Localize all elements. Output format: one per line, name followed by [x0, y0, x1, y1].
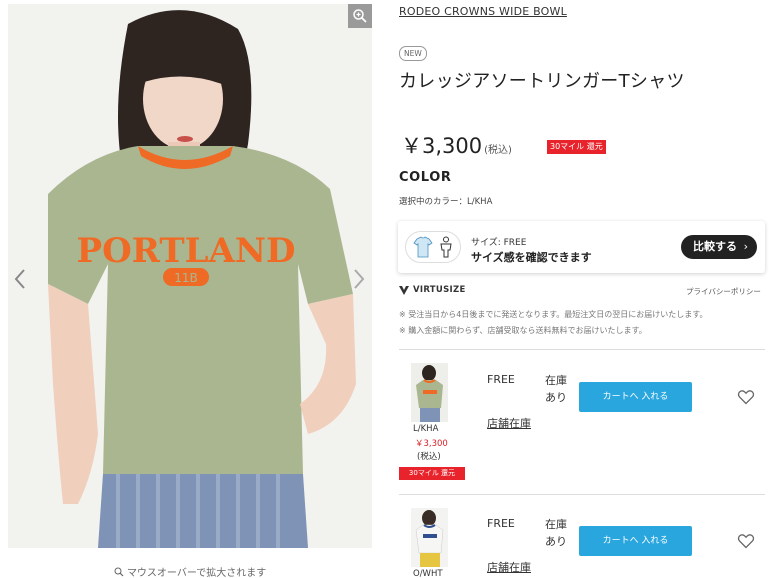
sku-stock-status: 在庫 あり — [545, 516, 575, 550]
next-image-button[interactable] — [351, 266, 367, 292]
virtusize-widget[interactable]: サイズ: FREE サイズ感を確認できます 比較する › — [398, 221, 765, 273]
miles-badge: 30マイル 還元 — [547, 140, 606, 154]
currency-symbol: ￥ — [401, 134, 422, 158]
prev-image-button[interactable] — [12, 266, 28, 292]
product-main-image[interactable]: PORTLAND 11B — [8, 4, 372, 548]
color-heading: COLOR — [399, 170, 452, 185]
brand-link[interactable]: RODEO CROWNS WIDE BOWL — [399, 5, 567, 18]
add-to-cart-button[interactable]: カートへ 入れる — [579, 526, 692, 556]
sku-size: FREE — [487, 373, 515, 386]
size-check-text: サイズ感を確認できます — [471, 251, 592, 264]
divider — [399, 349, 765, 350]
product-title: カレッジアソートリンガーTシャツ — [399, 71, 685, 92]
shipping-note: ※ 受注当日から4日後までに発送となります。最短注文日の翌日にお届けいたします。 — [399, 310, 708, 319]
sku-size: FREE — [487, 517, 515, 530]
shirt-print-text: PORTLAND — [77, 231, 296, 271]
tax-label: (税込) — [484, 145, 512, 156]
sku-thumbnail-illustration — [411, 363, 448, 422]
tshirt-icon — [412, 236, 433, 258]
sku-thumbnail[interactable] — [411, 508, 448, 567]
store-stock-link[interactable]: 店舗在庫 — [487, 415, 531, 431]
sku-color-code: L/KHA — [413, 424, 439, 434]
virtusize-logo-text: VIRTUSIZE — [413, 285, 466, 295]
price-value: 3,300 — [422, 134, 483, 158]
zoom-caption: マウスオーバーで拡大されます — [8, 564, 372, 578]
virtusize-logo-icon — [399, 285, 409, 295]
sku-stock-status: 在庫 あり — [545, 372, 575, 406]
sku-price: ￥3,300 — [415, 439, 448, 449]
body-silhouette-icon — [439, 236, 452, 258]
store-pickup-note: ※ 購入金額に関わらず、店舗受取なら送料無料でお届けいたします。 — [399, 326, 647, 335]
virtusize-logo: VIRTUSIZE — [399, 285, 466, 295]
divider — [399, 494, 765, 495]
sku-thumbnail-illustration — [411, 508, 448, 567]
selected-color-label: 選択中のカラー：L/KHA — [399, 197, 493, 207]
sku-row: O/WHT FREE 在庫 あり 店舗在庫 カートへ 入れる — [399, 497, 765, 578]
sku-color-code: O/WHT — [413, 569, 443, 578]
size-label: サイズ: FREE — [471, 238, 527, 248]
compare-button-label: 比較する — [693, 240, 737, 253]
stock-line-2: あり — [545, 535, 567, 548]
zoom-caption-text: マウスオーバーで拡大されます — [126, 568, 267, 578]
sku-tax-label: (税込) — [417, 452, 441, 462]
privacy-policy-link[interactable]: プライバシーポリシー — [686, 286, 761, 297]
chevron-right-icon: › — [743, 240, 748, 253]
sku-row: L/KHA ￥3,300 (税込) 30マイル 還元 FREE 在庫 あり 店舗… — [399, 352, 765, 492]
zoom-button[interactable] — [348, 4, 372, 28]
model-photo-illustration: PORTLAND 11B — [8, 4, 372, 548]
new-badge: NEW — [399, 46, 427, 61]
chevron-right-icon — [354, 269, 365, 289]
magnifier-icon — [114, 567, 124, 576]
compare-button[interactable]: 比較する › — [681, 235, 757, 259]
heart-icon[interactable] — [737, 388, 755, 406]
add-to-cart-button[interactable]: カートへ 入れる — [579, 382, 692, 412]
chevron-left-icon — [14, 269, 25, 289]
sku-thumbnail[interactable] — [411, 363, 448, 422]
product-price: ￥3,300 (税込) — [401, 130, 512, 160]
store-stock-link[interactable]: 店舗在庫 — [487, 559, 531, 575]
heart-icon[interactable] — [737, 532, 755, 550]
shirt-print-number: 11B — [174, 271, 198, 285]
stock-line-2: あり — [545, 391, 567, 404]
size-compare-icons — [405, 231, 461, 263]
sku-miles-badge: 30マイル 還元 — [399, 467, 465, 480]
stock-line-1: 在庫 — [545, 518, 567, 531]
stock-line-1: 在庫 — [545, 374, 567, 387]
zoom-icon — [353, 9, 367, 23]
